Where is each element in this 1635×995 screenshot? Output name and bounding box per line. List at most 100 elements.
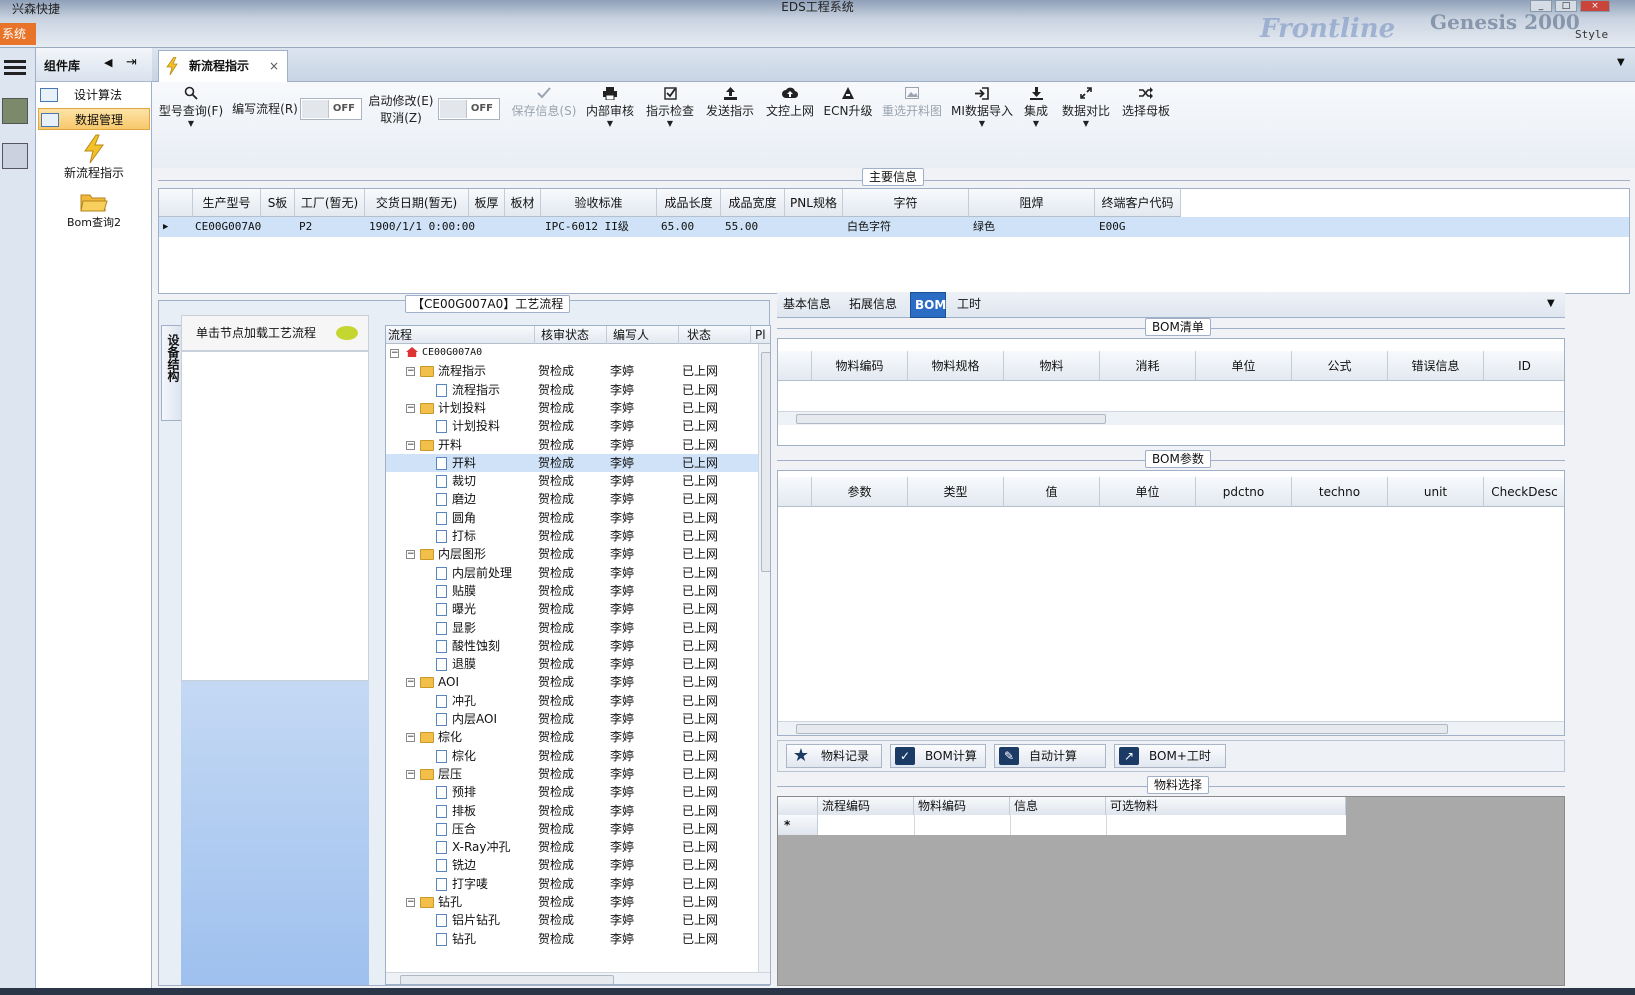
tree-process-node[interactable]: 内层前处理 贺检成 李婷 已上网	[386, 564, 766, 582]
chevron-down-icon[interactable]: ▼	[1547, 298, 1555, 309]
collapse-icon[interactable]: −	[406, 678, 415, 688]
bom-work-hours-button[interactable]: ↗ BOM+工时	[1114, 744, 1226, 768]
column-header[interactable]: 验收标准	[541, 189, 657, 217]
tab-new-process[interactable]: 新流程指示 ×	[158, 50, 288, 82]
column-header[interactable]: 物料编码	[812, 351, 908, 381]
tree-process-node[interactable]: 开料 贺检成 李婷 已上网	[386, 453, 766, 473]
column-header[interactable]: 信息	[1010, 797, 1106, 815]
column-header[interactable]: 单位	[1100, 477, 1196, 507]
tree-folder-node[interactable]: − 流程指示 贺检成 李婷 已上网	[386, 362, 766, 380]
column-header[interactable]: 错误信息	[1388, 351, 1484, 381]
chevron-down-icon[interactable]: ▼	[1617, 57, 1625, 68]
column-header[interactable]: 状态	[678, 326, 750, 344]
ecn-upgrade-button[interactable]: ECN升级	[820, 84, 876, 130]
collapse-icon[interactable]: −	[406, 440, 415, 450]
tree-process-node[interactable]: 流程指示 贺检成 李婷 已上网	[386, 381, 766, 399]
save-info-button[interactable]: 保存信息(S)	[506, 84, 582, 130]
close-window-button[interactable]: ×	[1580, 0, 1610, 12]
tree-process-node[interactable]: 内层AOI 贺检成 李婷 已上网	[386, 710, 766, 728]
tile-bom-query[interactable]: Bom查询2	[36, 190, 152, 240]
tree-process-node[interactable]: 曝光 贺检成 李婷 已上网	[386, 600, 766, 618]
tree-folder-node[interactable]: − 棕化 贺检成 李婷 已上网	[386, 728, 766, 746]
excel-icon[interactable]	[2, 98, 28, 124]
column-header[interactable]: 字符	[843, 189, 969, 217]
chevron-left-icon[interactable]: ◀	[104, 56, 112, 69]
tree-process-node[interactable]: 圆角 贺检成 李婷 已上网	[386, 509, 766, 527]
column-header[interactable]: S板	[261, 189, 295, 217]
tree-process-node[interactable]: 铝片钻孔 贺检成 李婷 已上网	[386, 911, 766, 929]
tree-process-node[interactable]: X-Ray冲孔 贺检成 李婷 已上网	[386, 838, 766, 856]
collapse-icon[interactable]: −	[406, 898, 415, 907]
new-row[interactable]: *	[778, 815, 1346, 835]
load-hint[interactable]: 单击节点加载工艺流程	[181, 315, 369, 351]
send-instruction-button[interactable]: 发送指示	[702, 84, 758, 130]
column-header[interactable]: 核审状态	[534, 326, 606, 344]
auto-calc-button[interactable]: ✎ 自动计算	[994, 744, 1106, 768]
tab-bom[interactable]: BOM	[910, 292, 946, 318]
start-modify-toggle[interactable]: OFF	[438, 98, 500, 120]
tab-work-hours[interactable]: 工时	[953, 292, 985, 318]
vertical-scrollbar[interactable]	[758, 344, 770, 972]
tile-new-process[interactable]: 新流程指示	[36, 134, 152, 184]
column-header[interactable]: 流程	[388, 326, 412, 344]
tree-process-node[interactable]: 打标 贺检成 李婷 已上网	[386, 527, 766, 545]
bom-calc-button[interactable]: ✓ BOM计算	[890, 744, 986, 768]
column-header[interactable]: 可选物料	[1106, 797, 1346, 815]
calculator-icon[interactable]	[2, 143, 28, 169]
tree-process-node[interactable]: 打字唛 贺检成 李婷 已上网	[386, 875, 766, 893]
column-header[interactable]: techno	[1292, 477, 1388, 507]
tree-folder-node[interactable]: − 开料 贺检成 李婷 已上网	[386, 436, 766, 454]
column-header[interactable]: 流程编码	[818, 797, 914, 815]
horizontal-scrollbar[interactable]	[386, 972, 770, 984]
table-row[interactable]: ▶ CE00G007A0 P2 1900/1/1 0:00:00 IPC-601…	[159, 217, 1629, 237]
horizontal-scrollbar[interactable]	[778, 721, 1564, 735]
internal-review-button[interactable]: 内部审核 ▼	[584, 84, 636, 130]
tree-process-node[interactable]: 贴膜 贺检成 李婷 已上网	[386, 582, 766, 600]
collapse-icon[interactable]: −	[406, 769, 415, 779]
tree-process-node[interactable]: 棕化 贺检成 李婷 已上网	[386, 747, 766, 765]
data-compare-button[interactable]: 数据对比 ▼	[1058, 84, 1114, 130]
column-header[interactable]: CheckDesc	[1484, 477, 1564, 507]
column-header[interactable]: Pl	[750, 326, 766, 344]
tree-folder-node[interactable]: − AOI 贺检成 李婷 已上网	[386, 673, 766, 691]
tree-process-node[interactable]: 冲孔 贺检成 李婷 已上网	[386, 692, 766, 710]
tab-basic-info[interactable]: 基本信息	[779, 292, 835, 318]
tree-process-node[interactable]: 计划投料 贺检成 李婷 已上网	[386, 417, 766, 435]
column-header[interactable]: 成品长度	[657, 189, 721, 217]
reselect-cutting-chart-button[interactable]: 重选开料图	[880, 84, 944, 130]
horizontal-scrollbar[interactable]	[778, 411, 1564, 425]
mi-data-import-button[interactable]: MI数据导入 ▼	[948, 84, 1016, 130]
tree-process-node[interactable]: 钻孔 贺检成 李婷 已上网	[386, 930, 766, 948]
collapse-icon[interactable]: −	[390, 349, 399, 358]
column-header[interactable]: 单位	[1196, 351, 1292, 381]
tree-process-node[interactable]: 压合 贺检成 李婷 已上网	[386, 820, 766, 838]
collapse-icon[interactable]: −	[406, 733, 415, 743]
doc-control-online-button[interactable]: 文控上网	[762, 84, 818, 130]
column-header[interactable]: unit	[1388, 477, 1484, 507]
style-menu[interactable]: Style	[1575, 28, 1608, 41]
scroll-thumb[interactable]	[400, 975, 614, 984]
column-header[interactable]: 阻焊	[969, 189, 1095, 217]
column-header[interactable]: 物料编码	[914, 797, 1010, 815]
maximize-button[interactable]: □	[1555, 0, 1577, 12]
column-header[interactable]: 参数	[812, 477, 908, 507]
tree-folder-node[interactable]: − 钻孔 贺检成 李婷 已上网	[386, 893, 766, 911]
component-item-data-management[interactable]: 数据管理	[38, 108, 150, 130]
column-header[interactable]: 编写人	[606, 326, 678, 344]
tree-process-node[interactable]: 显影 贺检成 李婷 已上网	[386, 619, 766, 637]
tree-folder-node[interactable]: − 内层图形 贺检成 李婷 已上网	[386, 545, 766, 563]
column-header[interactable]: 板厚	[469, 189, 505, 217]
column-header[interactable]: 终端客户代码	[1095, 189, 1181, 217]
tree-process-node[interactable]: 排板 贺检成 李婷 已上网	[386, 802, 766, 820]
tree-process-node[interactable]: 退膜 贺检成 李婷 已上网	[386, 655, 766, 673]
material-record-button[interactable]: ★ 物料记录	[786, 744, 882, 768]
instruction-check-button[interactable]: 指示检查 ▼	[642, 84, 698, 130]
collapse-icon[interactable]: −	[406, 550, 415, 560]
tree-folder-node[interactable]: − 计划投料 贺检成 李婷 已上网	[386, 399, 766, 417]
component-item-design-algorithm[interactable]: 设计算法	[38, 84, 150, 106]
start-modify-button[interactable]: 启动修改(E) 取消(Z)	[366, 92, 436, 138]
column-header[interactable]: 物料规格	[908, 351, 1004, 381]
write-process-toggle[interactable]: OFF	[300, 98, 362, 120]
column-header[interactable]: ID	[1484, 351, 1564, 381]
collapse-icon[interactable]: −	[406, 403, 415, 413]
